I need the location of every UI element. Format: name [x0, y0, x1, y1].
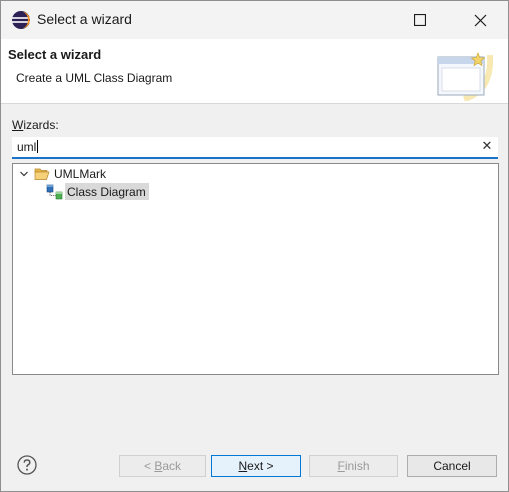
tree-item-label: UMLMark [54, 166, 107, 181]
close-button[interactable] [457, 1, 503, 39]
maximize-icon [414, 14, 426, 26]
banner-description: Create a UML Class Diagram [16, 71, 173, 85]
wizard-tree[interactable]: UMLMark Class Diagram [12, 163, 499, 375]
class-diagram-icon [46, 184, 63, 199]
banner-title: Select a wizard [8, 47, 102, 62]
finish-button[interactable]: Finish [309, 455, 398, 477]
wizards-label: Wizards: [12, 118, 59, 132]
text-caret [37, 140, 39, 153]
help-icon[interactable] [17, 455, 37, 475]
window-title: Select a wizard [37, 11, 132, 27]
wizard-filter-input[interactable]: uml ✕ [12, 137, 498, 159]
folder-open-icon [34, 168, 50, 180]
filter-text: uml [17, 140, 37, 154]
eclipse-icon [12, 11, 30, 29]
cancel-button[interactable]: Cancel [407, 455, 497, 477]
maximize-button[interactable] [397, 1, 443, 39]
wizard-banner: Select a wizard Create a UML Class Diagr… [1, 39, 508, 104]
chevron-down-icon[interactable] [18, 168, 30, 180]
close-icon [474, 14, 486, 26]
wizard-banner-icon [437, 52, 494, 101]
tree-item-class-diagram[interactable]: Class Diagram [46, 183, 149, 200]
tree-item-umlmark[interactable]: UMLMark [18, 165, 106, 182]
tree-item-label: Class Diagram [65, 183, 149, 200]
back-button[interactable]: < Back [119, 455, 206, 477]
clear-icon[interactable]: ✕ [479, 138, 495, 154]
title-bar: Select a wizard [1, 1, 508, 39]
next-button[interactable]: Next > [211, 455, 301, 477]
wizard-dialog: Select a wizard Select a wizard Create a… [0, 0, 509, 492]
